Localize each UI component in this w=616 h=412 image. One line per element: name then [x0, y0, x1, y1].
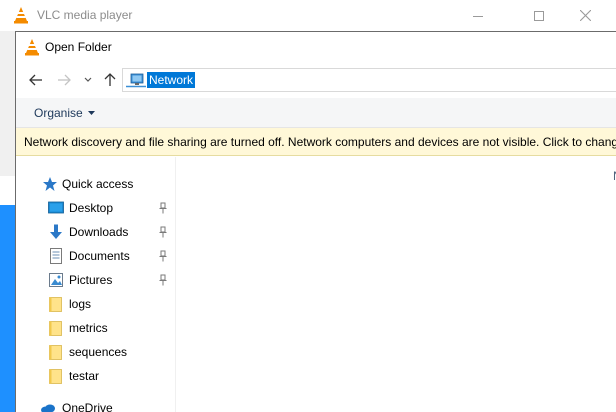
- minimize-icon: [473, 15, 483, 17]
- sidebar-item-documents[interactable]: Documents: [16, 245, 176, 267]
- organise-label: Organise: [34, 106, 83, 120]
- info-bar-message: Network discovery and file sharing are t…: [24, 135, 616, 149]
- close-icon: [579, 10, 591, 21]
- folder-icon: [49, 369, 62, 384]
- forward-arrow-icon: [58, 74, 71, 86]
- organise-menu-button[interactable]: Organise: [34, 106, 95, 120]
- sidebar-item-desktop[interactable]: Desktop: [16, 197, 176, 219]
- folder-icon: [49, 345, 62, 360]
- sidebar-item-label: testar: [69, 369, 100, 383]
- back-button[interactable]: [26, 70, 46, 90]
- sidebar-item-label: sequences: [69, 345, 128, 359]
- close-button[interactable]: [562, 0, 608, 31]
- cloud-icon: [41, 404, 55, 412]
- vlc-titlebar: VLC media player: [0, 0, 616, 31]
- download-icon: [50, 224, 62, 239]
- up-button[interactable]: [100, 70, 120, 90]
- command-bar: Organise: [16, 98, 616, 128]
- folder-icon: [49, 297, 62, 312]
- sidebar-item-onedrive[interactable]: OneDrive: [16, 397, 176, 412]
- vlc-cone-icon: [14, 7, 28, 24]
- navigation-pane: Quick access Desktop Downloads Documents…: [16, 157, 176, 412]
- back-arrow-icon: [29, 74, 42, 86]
- up-arrow-icon: [104, 73, 116, 86]
- chevron-down-icon: [84, 77, 92, 82]
- address-text[interactable]: Network: [147, 72, 196, 88]
- vlc-cone-icon: [25, 39, 39, 56]
- sidebar-item-label: Pictures: [69, 273, 113, 287]
- network-icon: [126, 73, 146, 88]
- sidebar-item-testar[interactable]: testar: [16, 365, 176, 387]
- dialog-titlebar: Open Folder: [16, 32, 616, 62]
- network-discovery-info-bar[interactable]: Network discovery and file sharing are t…: [16, 128, 616, 156]
- minimize-button[interactable]: [455, 0, 501, 31]
- pin-icon[interactable]: [158, 226, 168, 238]
- desktop-icon: [48, 201, 64, 214]
- open-folder-dialog: Open Folder Network Organise Network dis…: [15, 31, 616, 412]
- sidebar-item-downloads[interactable]: Downloads: [16, 221, 176, 243]
- documents-icon: [50, 248, 62, 264]
- sidebar-item-label: OneDrive: [62, 401, 113, 412]
- vlc-window-title: VLC media player: [37, 8, 133, 22]
- maximize-button[interactable]: [516, 0, 562, 31]
- sidebar-item-metrics[interactable]: metrics: [16, 317, 176, 339]
- sidebar-item-label: logs: [69, 297, 92, 311]
- dialog-title: Open Folder: [45, 40, 112, 54]
- sidebar-item-label: metrics: [69, 321, 108, 335]
- sidebar-item-label: Downloads: [69, 225, 129, 239]
- vlc-video-area: [0, 205, 16, 412]
- caret-down-icon: [87, 111, 95, 115]
- pictures-icon: [49, 273, 63, 287]
- sidebar-item-label: Desktop: [69, 201, 114, 215]
- forward-button[interactable]: [54, 70, 74, 90]
- star-icon: [43, 177, 57, 191]
- folder-icon: [49, 321, 62, 336]
- sidebar-item-quick-access[interactable]: Quick access: [16, 173, 176, 195]
- pin-icon[interactable]: [158, 250, 168, 262]
- pin-icon[interactable]: [158, 274, 168, 286]
- sidebar-item-sequences[interactable]: sequences: [16, 341, 176, 363]
- sidebar-item-label: Documents: [69, 249, 130, 263]
- navigation-bar: Network: [16, 62, 616, 98]
- file-list-area[interactable]: N: [177, 157, 616, 412]
- sidebar-item-logs[interactable]: logs: [16, 293, 176, 315]
- recent-locations-button[interactable]: [80, 70, 96, 90]
- sidebar-item-label: Quick access: [62, 177, 134, 191]
- address-bar[interactable]: Network: [122, 68, 616, 92]
- maximize-icon: [534, 10, 544, 21]
- sidebar-item-pictures[interactable]: Pictures: [16, 269, 176, 291]
- pin-icon[interactable]: [158, 202, 168, 214]
